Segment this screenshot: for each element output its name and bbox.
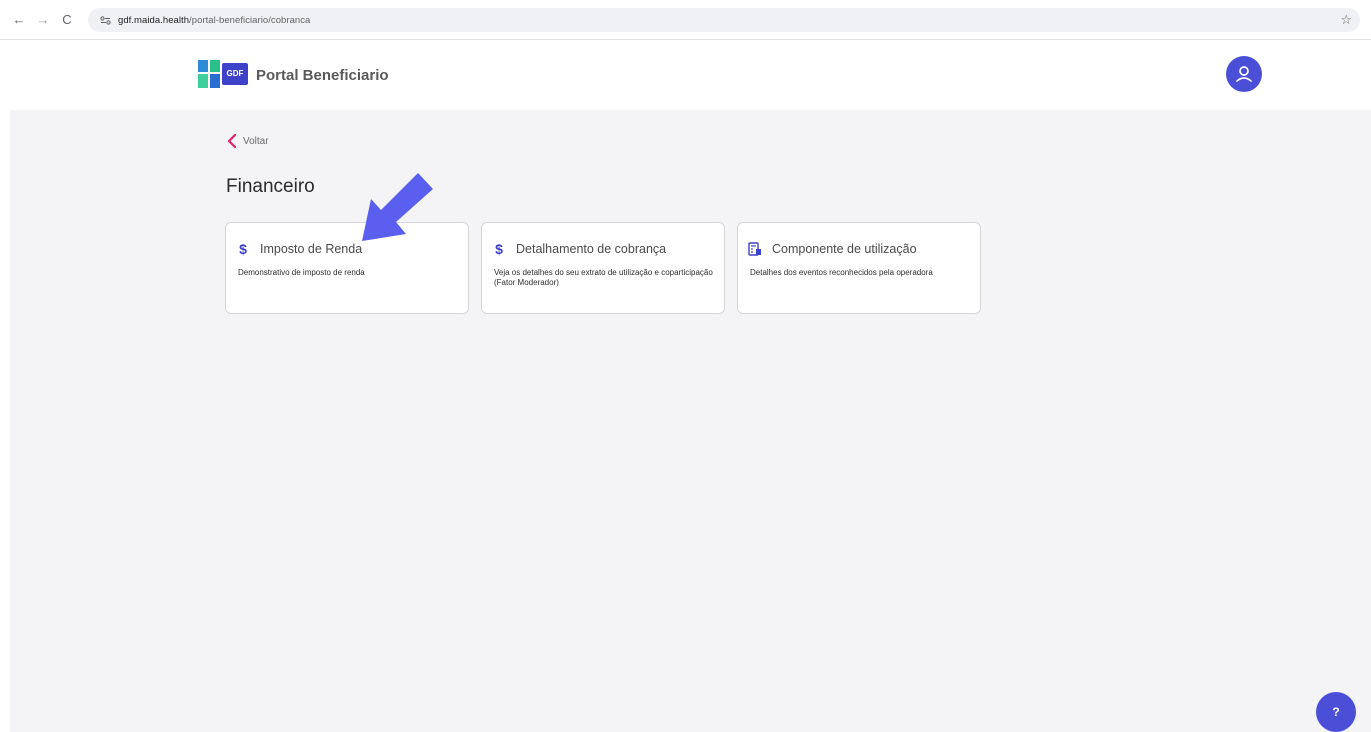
dollar-icon: $ (239, 241, 247, 257)
url-host: gdf.maida.health (118, 14, 190, 26)
help-button[interactable]: ? (1316, 692, 1356, 732)
calculator-document-icon (748, 241, 762, 257)
dollar-icon: $ (495, 241, 503, 257)
browser-toolbar: ← → C gdf.maida.health/portal-beneficiar… (0, 0, 1371, 40)
forward-arrow-icon[interactable]: → (32, 9, 54, 31)
main-content: Voltar Financeiro $ Imposto de Renda Dem… (10, 110, 1371, 732)
address-bar[interactable]: gdf.maida.health/portal-beneficiario/cob… (88, 8, 1360, 32)
page-title: Financeiro (226, 176, 315, 197)
reload-icon[interactable]: C (56, 9, 78, 31)
card-description: Veja os detalhes do seu extrato de utili… (494, 268, 713, 287)
url-path: /portal-beneficiario/cobranca (189, 14, 311, 26)
card-title: Imposto de Renda (260, 242, 363, 256)
annotation-arrow-icon (362, 173, 433, 241)
portal-title: Portal Beneficiario (256, 67, 389, 84)
user-avatar-button[interactable] (1226, 56, 1262, 92)
card-title: Detalhamento de cobrança (516, 242, 667, 256)
back-arrow-icon[interactable]: ← (8, 9, 30, 31)
app-header: GDF Portal Beneficiario (0, 40, 1371, 110)
card-description: Detalhes dos eventos reconhecidos pela o… (750, 268, 933, 277)
back-label: Voltar (243, 135, 269, 147)
chevron-left-icon (227, 134, 237, 148)
gdf-logo: GDF (198, 60, 248, 88)
back-link[interactable]: Voltar (226, 134, 269, 148)
logo-text: GDF (227, 69, 244, 78)
card-description: Demonstrativo de imposto de renda (238, 268, 365, 277)
bookmark-star-icon[interactable]: ☆ (1340, 12, 1352, 28)
url-text[interactable]: gdf.maida.health/portal-beneficiario/cob… (118, 15, 310, 26)
card-title: Componente de utilização (772, 242, 917, 256)
site-settings-icon[interactable] (94, 9, 116, 31)
card-componente-de-utilizacao[interactable]: Componente de utilização Detalhes dos ev… (737, 222, 981, 314)
card-detalhamento-de-cobranca[interactable]: $ Detalhamento de cobrança Veja os detal… (481, 222, 725, 314)
user-icon (1236, 66, 1252, 82)
